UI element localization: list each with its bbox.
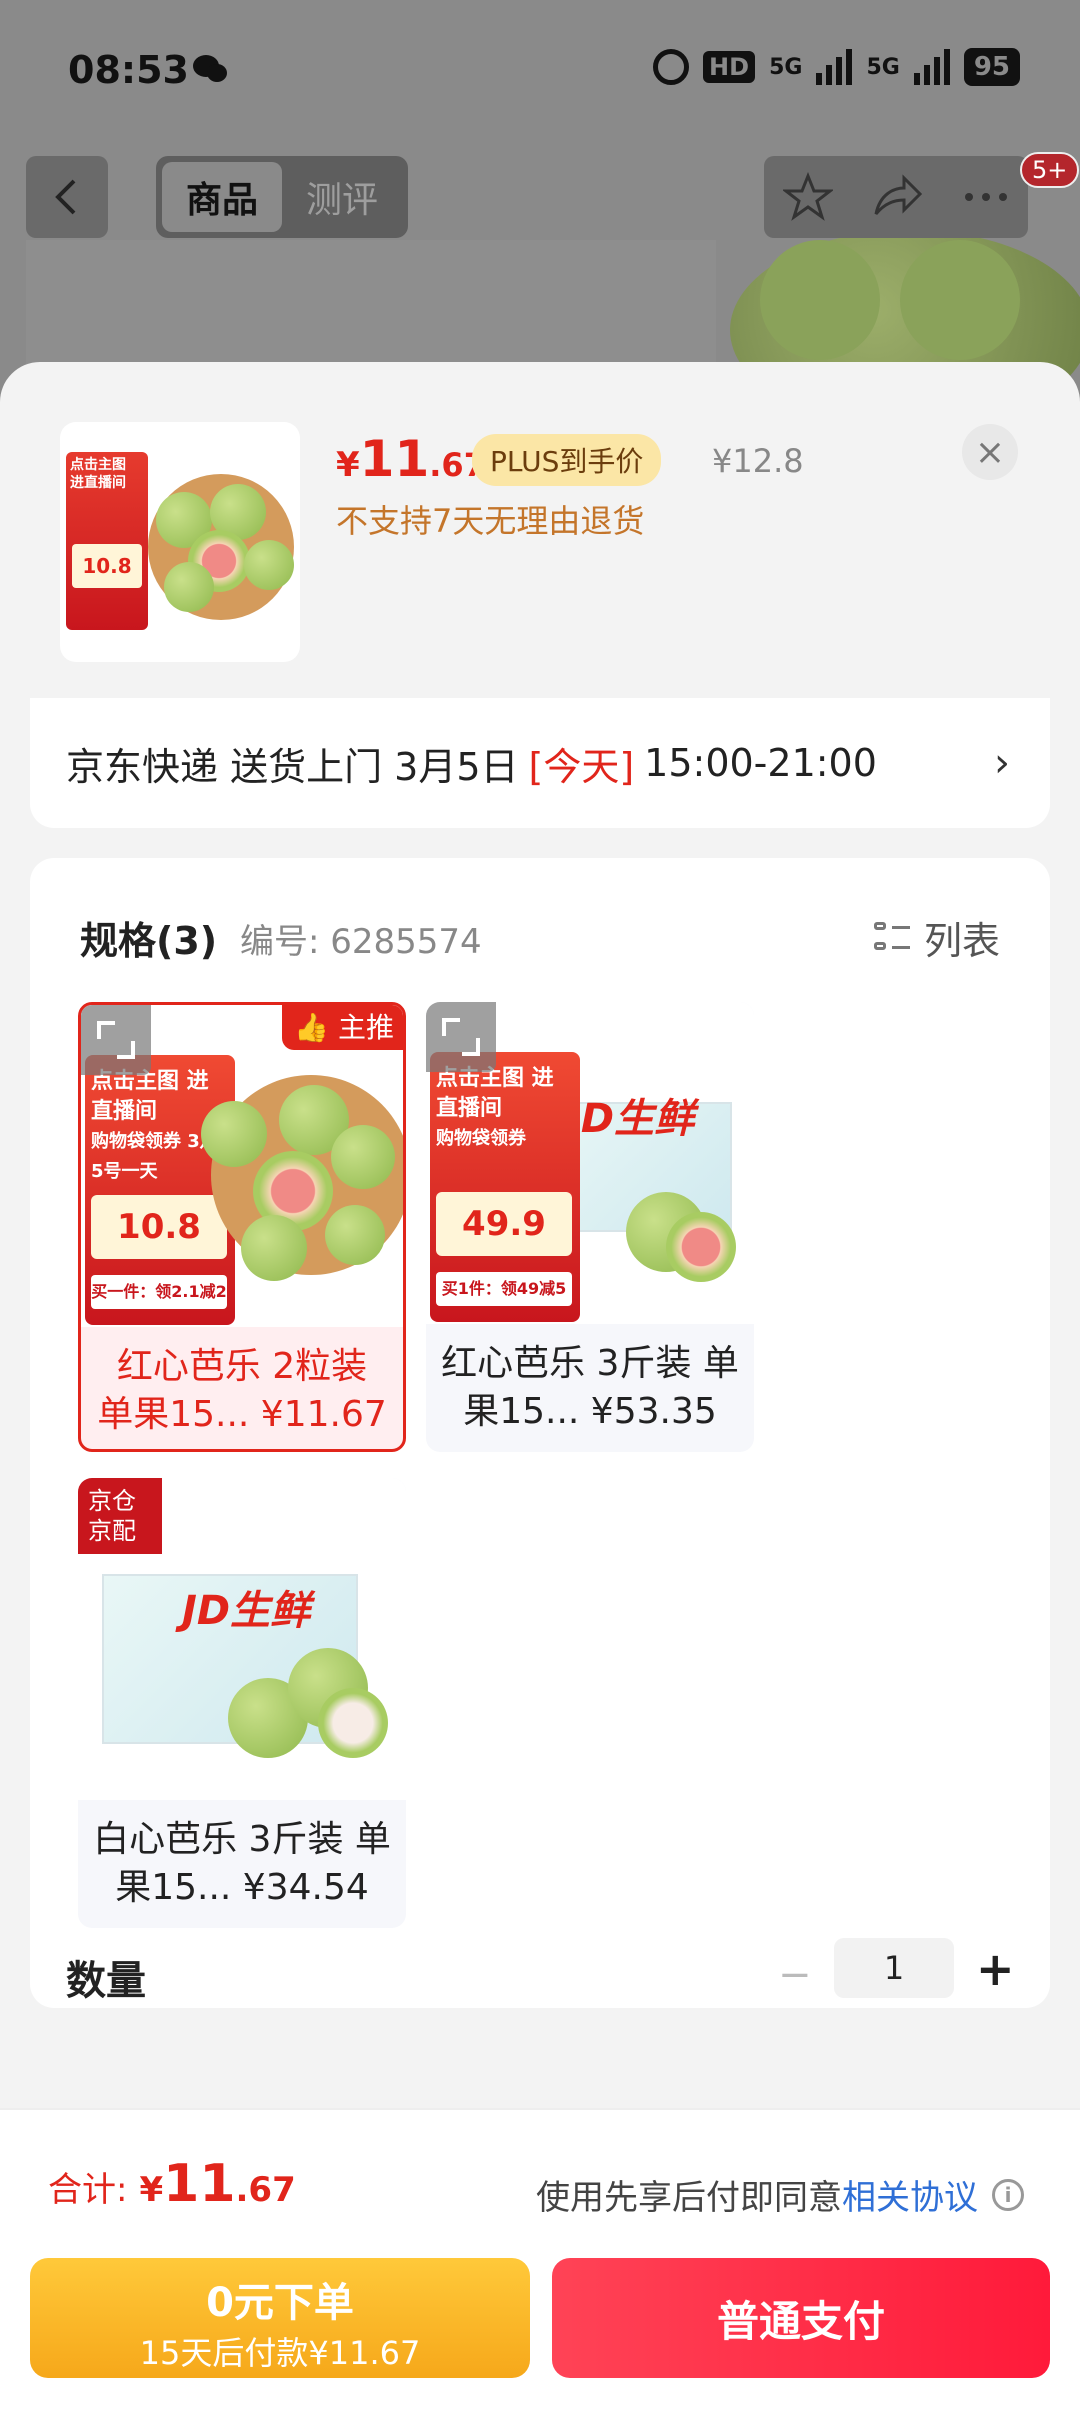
tab-review[interactable]: 测评	[282, 162, 402, 232]
sku-promo-price: 49.9	[436, 1192, 572, 1256]
guava-cut-image	[666, 1212, 736, 1282]
product-header: 点击主图 进直播间 10.8 ¥11.67 PLUS到手价 ¥12.8 不支持7…	[0, 362, 1080, 692]
sku-label: 红心芭乐 2粒装 单果15... ¥11.67	[97, 1346, 387, 1435]
background-fruit	[760, 240, 880, 360]
total-integer: 11	[163, 2154, 236, 2214]
sku-promo-foot: 买一件：领2.1减2	[91, 1275, 227, 1309]
share-icon[interactable]	[872, 174, 924, 220]
network-label-1: 5G	[769, 54, 803, 80]
purchase-sheet: 点击主图 进直播间 10.8 ¥11.67 PLUS到手价 ¥12.8 不支持7…	[0, 362, 1080, 2412]
thumb-promo-banner: 点击主图 进直播间 10.8	[66, 452, 148, 630]
chevron-right-icon: ›	[994, 740, 1010, 786]
total-decimal: .67	[235, 2170, 296, 2210]
chevron-left-icon	[55, 179, 76, 215]
sku-label: 红心芭乐 3斤装 单果15... ¥53.35	[441, 1343, 739, 1432]
signal-icon-2	[913, 49, 950, 85]
background-page: 08:53 HD 5G 5G 95 商品 测评 5+	[0, 0, 1080, 430]
guava-image	[241, 1215, 307, 1281]
normal-pay-button[interactable]: 普通支付	[552, 2258, 1050, 2378]
guava-image	[164, 562, 214, 612]
box-logo: JD生鲜	[566, 1096, 695, 1142]
close-button[interactable]: ×	[962, 424, 1018, 480]
total-label: 合计:	[48, 2170, 128, 2210]
sku-promo-banner: 点击主图 进直播间 购物袋领券 49.9 买1件：领49减5	[430, 1052, 580, 1322]
battery-indicator: 95	[963, 48, 1020, 86]
network-label-2: 5G	[866, 54, 900, 80]
product-thumbnail[interactable]: 点击主图 进直播间 10.8	[60, 422, 300, 662]
guava-image	[331, 1125, 395, 1189]
header-actions	[764, 156, 1028, 238]
hd-indicator: HD	[703, 51, 756, 83]
quantity-label: 数量	[66, 1958, 146, 2004]
status-indicators: HD 5G 5G 95	[653, 48, 1020, 86]
price-integer: 11	[359, 430, 430, 488]
return-notice: 不支持7天无理由退货	[336, 502, 645, 540]
quantity-row: 数量 − 1 +	[30, 1938, 1050, 2018]
guava-image	[201, 1101, 267, 1167]
background-fruit	[900, 240, 1020, 360]
guava-image	[325, 1205, 385, 1265]
thumb-promo-price: 10.8	[72, 544, 142, 588]
original-price: ¥12.8	[712, 442, 804, 480]
list-view-button[interactable]: 列表	[873, 910, 1000, 965]
thumb-promo-title: 点击主图 进直播间	[70, 457, 126, 491]
close-icon: ×	[974, 431, 1006, 473]
sku-option[interactable]: 京仓京配 JD生鲜 白心芭乐 3斤装 单果15... ¥34.54	[78, 1478, 406, 1928]
product-tabs: 商品 测评	[156, 156, 408, 238]
product-price: ¥11.67	[336, 430, 486, 488]
sku-label: 白心芭乐 3斤装 单果15... ¥34.54	[93, 1819, 391, 1908]
quantity-input[interactable]: 1	[834, 1938, 954, 1998]
tab-product[interactable]: 商品	[162, 162, 282, 232]
agreement-link[interactable]: 相关协议	[842, 2170, 978, 2219]
pay-later-title: 0元下单	[206, 2280, 354, 2326]
expand-icon[interactable]	[81, 1005, 151, 1075]
status-bar: 08:53 HD 5G 5G 95	[0, 0, 1080, 140]
alarm-icon	[653, 49, 690, 85]
spec-title: 规格(3)	[80, 919, 218, 963]
expand-icon[interactable]	[426, 1002, 496, 1072]
jd-warehouse-tag: 京仓京配	[78, 1478, 162, 1554]
list-view-label: 列表	[923, 919, 1000, 963]
agreement-prefix: 使用先享后付即同意	[536, 2178, 842, 2218]
list-icon	[873, 920, 910, 956]
sku-image: JD生鲜 点击主图 进直播间 购物袋领券 49.9 买1件：领49减5	[426, 1002, 754, 1324]
sku-option[interactable]: JD生鲜 点击主图 进直播间 购物袋领券 49.9 买1件：领49减5 红心芭乐…	[426, 1002, 754, 1452]
sku-promo-price: 10.8	[91, 1195, 227, 1259]
info-icon[interactable]: i	[992, 2178, 1024, 2211]
delivery-row[interactable]: 京东快递 送货上门 3月5日 [今天] 15:00-21:00 ›	[30, 698, 1050, 828]
pay-later-subtitle: 15天后付款¥11.67	[139, 2334, 421, 2372]
star-icon[interactable]	[783, 172, 834, 222]
spec-code: 编号: 6285574	[240, 922, 482, 962]
status-time: 08:53	[68, 48, 189, 92]
sku-promo-foot: 买1件：领49减5	[436, 1272, 572, 1306]
sku-option[interactable]: 👍 主推 点击主图 进直播间 购物袋领券 3月5号一天 10.8 买一件：领2.…	[78, 1002, 406, 1452]
agreement-text: 使用先享后付即同意 相关协议 i	[536, 2170, 1024, 2219]
pay-later-button[interactable]: 0元下单 15天后付款¥11.67	[30, 2258, 530, 2378]
plus-price-tag: PLUS到手价	[472, 434, 662, 486]
more-icon[interactable]	[963, 191, 1009, 203]
signal-icon	[816, 49, 853, 85]
total-currency: ¥	[139, 2170, 164, 2210]
sku-promo-title: 点击主图 进直播间	[436, 1066, 554, 1121]
wechat-icon	[193, 55, 227, 82]
checkout-footer: 合计: ¥ 11 .67 使用先享后付即同意 相关协议 i 0元下单 15天后付…	[0, 2108, 1080, 2412]
guava-cut-image	[318, 1688, 388, 1758]
sku-image: 点击主图 进直播间 购物袋领券 3月5号一天 10.8 买一件：领2.1减2	[81, 1005, 403, 1327]
sku-promo-sub: 购物袋领券	[436, 1128, 526, 1149]
sku-image: 京仓京配 JD生鲜	[78, 1478, 406, 1800]
delivery-today: [今天]	[528, 744, 635, 789]
total-price: 合计: ¥ 11 .67	[48, 2154, 296, 2214]
message-badge: 5+	[1020, 152, 1080, 188]
spec-card: 规格(3) 编号: 6285574 列表 👍 主推 点击主图 进直播间 购物袋领…	[30, 858, 1050, 2008]
guava-image	[244, 540, 294, 590]
back-button[interactable]	[26, 156, 108, 238]
box-logo: JD生鲜	[182, 1588, 311, 1634]
quantity-decrease-button[interactable]: −	[778, 1952, 812, 1998]
recommended-tag: 👍 主推	[282, 1005, 403, 1050]
delivery-text: 京东快递 送货上门 3月5日	[66, 744, 519, 789]
recommended-tag-label: 主推	[337, 1011, 394, 1044]
price-currency: ¥	[336, 445, 360, 485]
quantity-increase-button[interactable]: +	[976, 1942, 1015, 1996]
delivery-time: 15:00-21:00	[644, 741, 877, 785]
